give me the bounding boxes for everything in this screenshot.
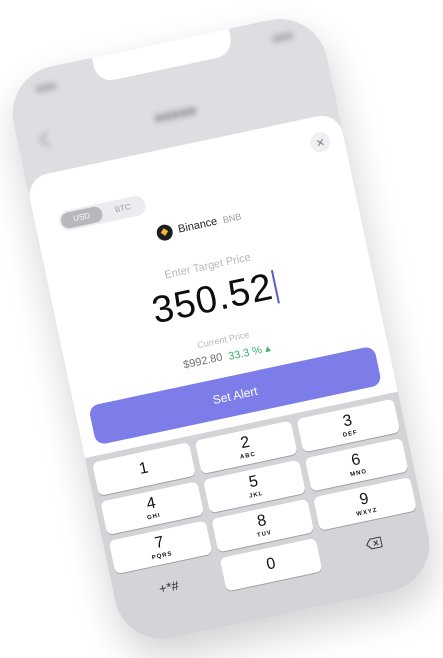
key-digit: 0	[264, 555, 278, 574]
current-price-value: $992.80	[182, 351, 224, 372]
key-letters: JKL	[248, 490, 264, 500]
price-change: 33.3 % ▴	[227, 342, 272, 363]
key-digit: 2	[239, 433, 252, 453]
status-icons	[271, 31, 295, 44]
key-digit: 8	[255, 511, 268, 531]
key-digit: 1	[137, 459, 150, 478]
key-digit: 6	[349, 451, 363, 470]
asset-ticker: BNB	[222, 211, 243, 226]
key-letters: TUV	[256, 529, 273, 539]
bnb-coin-icon: ◆	[155, 223, 175, 243]
key-letters: GHI	[146, 512, 162, 522]
currency-toggle: USD BTC	[57, 194, 148, 233]
key-digit: 7	[153, 533, 166, 553]
key-letters: ABC	[239, 451, 257, 461]
close-button[interactable]: ×	[308, 130, 333, 155]
key-digit: 3	[341, 411, 354, 431]
backspace-icon	[365, 536, 383, 550]
currency-option-btc[interactable]: BTC	[101, 197, 145, 221]
symbols-label: +*#	[157, 577, 181, 596]
price-alert-sheet: × USD BTC ◆ Binance BNB Enter Target Pri…	[25, 111, 439, 648]
status-time	[34, 81, 58, 94]
key-digit: 5	[247, 472, 260, 492]
phone-frame: ■■■■■ × USD BTC ◆ Binance BNB Enter Targ…	[3, 10, 439, 648]
key-digit: 4	[145, 494, 158, 514]
key-digit: 9	[358, 490, 371, 509]
key-letters: MNO	[349, 468, 368, 479]
key-letters: WXYZ	[355, 507, 379, 518]
asset-name: Binance	[177, 215, 219, 236]
key-letters: PQRS	[151, 551, 174, 562]
currency-option-usd[interactable]: USD	[59, 205, 104, 230]
key-letters: DEF	[342, 429, 359, 439]
